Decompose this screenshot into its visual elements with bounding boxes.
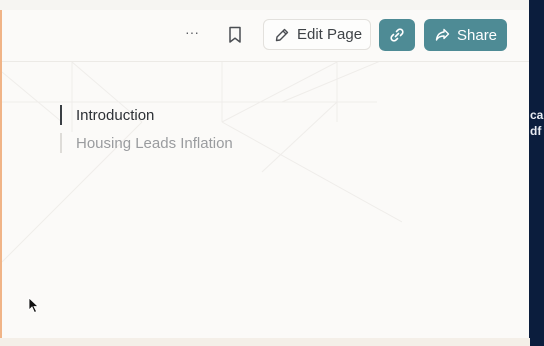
top-toolbar: ··· Edit Page Share — [2, 10, 529, 62]
toc-indicator — [60, 133, 62, 153]
window-edge-top — [0, 0, 544, 10]
share-label: Share — [457, 26, 498, 44]
toc-item-housing-leads-inflation[interactable]: Housing Leads Inflation — [60, 132, 233, 154]
pencil-icon — [275, 28, 289, 41]
more-options-button[interactable]: ··· — [185, 24, 199, 40]
edit-page-label: Edit Page — [297, 26, 363, 43]
share-arrow-icon — [435, 28, 450, 41]
toc-item-label: Introduction — [76, 106, 155, 124]
bookmark-icon[interactable] — [228, 26, 242, 44]
toc-item-introduction[interactable]: Introduction — [60, 104, 154, 126]
document-window: ··· Edit Page Share Introduction Housing… — [2, 10, 529, 338]
link-icon — [390, 28, 404, 42]
share-button[interactable]: Share — [424, 19, 507, 51]
toc-item-label: Housing Leads Inflation — [76, 134, 233, 152]
window-edge-bottom — [0, 338, 530, 346]
background-text-2: df — [530, 124, 542, 138]
background-text-1: ca — [530, 108, 544, 122]
edit-page-button[interactable]: Edit Page — [263, 19, 371, 50]
background-app-strip — [529, 0, 544, 346]
mouse-cursor-icon — [28, 297, 39, 314]
copy-link-button[interactable] — [379, 19, 415, 51]
toc-active-indicator — [60, 105, 62, 125]
